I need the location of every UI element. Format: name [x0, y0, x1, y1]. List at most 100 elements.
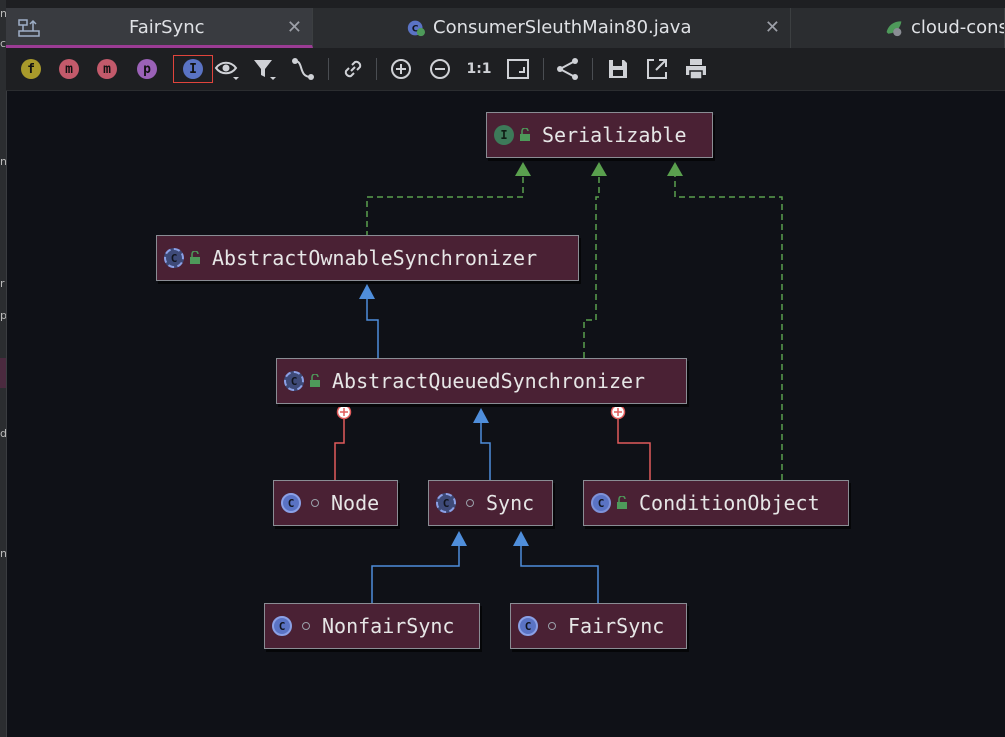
route-icon — [292, 58, 314, 80]
public-lock-icon — [520, 128, 530, 141]
edge-aqs-aos — [366, 295, 379, 358]
show-constructors-button[interactable]: m — [56, 56, 82, 82]
actual-size-label: 1:1 — [466, 61, 492, 77]
package-private-icon — [311, 499, 319, 507]
layout-icon — [557, 58, 578, 80]
tab-label: FairSync — [129, 17, 205, 38]
arrow-realization — [515, 162, 531, 176]
uml-diagram-canvas[interactable]: I Serializable C AbstractOwnableSynchron… — [6, 90, 1005, 737]
node-label: AbstractOwnableSynchronizer — [212, 246, 538, 270]
edge-condition-aqs — [617, 419, 651, 480]
node-label: AbstractQueuedSynchronizer — [332, 369, 646, 393]
node-label: Node — [331, 491, 380, 515]
public-lock-icon — [310, 374, 320, 387]
diagram-toolbar: f m m p I 1:1 — [6, 48, 1005, 91]
fit-content-button[interactable] — [505, 56, 531, 82]
abstract-class-icon: C — [436, 493, 456, 513]
layout-button[interactable] — [555, 56, 581, 82]
node-label: NonfairSync — [322, 614, 455, 638]
zoom-in-icon — [391, 59, 411, 79]
node-label: Sync — [486, 491, 535, 515]
print-icon — [686, 59, 706, 80]
properties-icon: p — [137, 59, 157, 79]
spring-config-icon — [886, 21, 902, 37]
arrow-realization — [591, 162, 607, 176]
print-button[interactable] — [683, 56, 709, 82]
node-label: FairSync — [568, 614, 665, 638]
node-abstract-ownable-synchronizer[interactable]: C AbstractOwnableSynchronizer — [156, 235, 579, 281]
edge-condition-serializable — [674, 172, 783, 480]
edge-node-aqs — [334, 419, 345, 480]
package-private-icon — [466, 499, 474, 507]
toolbar-separator — [328, 58, 329, 80]
zoom-out-button[interactable] — [427, 56, 453, 82]
node-abstract-queued-synchronizer[interactable]: C AbstractQueuedSynchronizer — [276, 358, 687, 404]
link-button[interactable] — [340, 56, 366, 82]
node-label: ConditionObject — [639, 491, 820, 515]
show-dependencies-button[interactable] — [290, 56, 316, 82]
filter-button[interactable] — [252, 56, 278, 82]
node-fair-sync[interactable]: C FairSync — [510, 603, 687, 649]
toolbar-separator — [543, 58, 544, 80]
tab-cloud-cons[interactable]: cloud-cons — [791, 8, 1005, 48]
node-nonfair-sync[interactable]: C NonfairSync — [264, 603, 480, 649]
diagram-edges — [334, 162, 783, 603]
filter-icon — [254, 60, 276, 80]
tab-consumersleuthmain80[interactable]: C ConsumerSleuthMain80.java ✕ — [313, 8, 791, 48]
tab-label: ConsumerSleuthMain80.java — [433, 17, 692, 38]
save-button[interactable] — [605, 56, 631, 82]
actual-size-button[interactable]: 1:1 — [466, 56, 492, 82]
package-private-icon — [548, 622, 556, 630]
public-lock-icon — [617, 496, 627, 509]
link-icon — [344, 60, 362, 78]
interface-icon: I — [494, 125, 514, 145]
class-icon: C — [272, 616, 292, 636]
close-icon[interactable]: ✕ — [765, 8, 780, 48]
fit-content-icon — [507, 59, 529, 79]
node-sync[interactable]: C Sync — [428, 480, 553, 526]
tab-label: cloud-cons — [911, 17, 1005, 38]
inner-class-marker — [336, 404, 352, 420]
show-fields-button[interactable]: f — [18, 56, 44, 82]
toolbar-separator — [376, 58, 377, 80]
node-serializable[interactable]: I Serializable — [486, 112, 713, 158]
fields-icon: f — [21, 59, 41, 79]
constructors-icon: m — [59, 59, 79, 79]
abstract-class-icon: C — [164, 248, 184, 268]
export-icon — [647, 59, 667, 79]
class-icon: C — [591, 493, 611, 513]
node-node[interactable]: C Node — [273, 480, 398, 526]
inner-classes-icon: I — [183, 59, 203, 79]
zoom-in-button[interactable] — [388, 56, 414, 82]
zoom-out-icon — [430, 59, 450, 79]
abstract-class-icon: C — [284, 371, 304, 391]
toolbar-separator — [592, 58, 593, 80]
java-class-icon: C — [407, 20, 425, 37]
close-icon[interactable]: ✕ — [287, 8, 302, 45]
show-properties-button[interactable]: p — [134, 56, 160, 82]
node-label: Serializable — [542, 123, 687, 147]
inner-class-marker — [610, 404, 626, 420]
methods-icon: m — [97, 59, 117, 79]
edge-sync-aqs — [480, 419, 491, 480]
eye-icon — [214, 61, 239, 80]
save-icon — [609, 60, 627, 78]
public-lock-icon — [190, 251, 200, 264]
arrow-inheritance — [359, 284, 375, 299]
export-button[interactable] — [644, 56, 670, 82]
visibility-filter-button[interactable] — [214, 56, 240, 82]
arrow-inheritance — [451, 531, 467, 546]
class-icon: C — [518, 616, 538, 636]
class-icon: C — [281, 493, 301, 513]
edge-fair-sync — [520, 542, 599, 603]
tab-fairsync[interactable]: FairSync ✕ — [6, 8, 313, 48]
arrow-inheritance — [513, 531, 529, 546]
show-inner-classes-button[interactable]: I — [173, 55, 213, 83]
editor-tab-bar: FairSync ✕ C ConsumerSleuthMain80.java ✕… — [6, 0, 1005, 48]
node-condition-object[interactable]: C ConditionObject — [583, 480, 849, 526]
arrow-realization — [667, 162, 683, 176]
edge-nonfair-sync — [371, 542, 460, 603]
show-methods-button[interactable]: m — [94, 56, 120, 82]
diagram-icon — [18, 19, 40, 37]
package-private-icon — [302, 622, 310, 630]
